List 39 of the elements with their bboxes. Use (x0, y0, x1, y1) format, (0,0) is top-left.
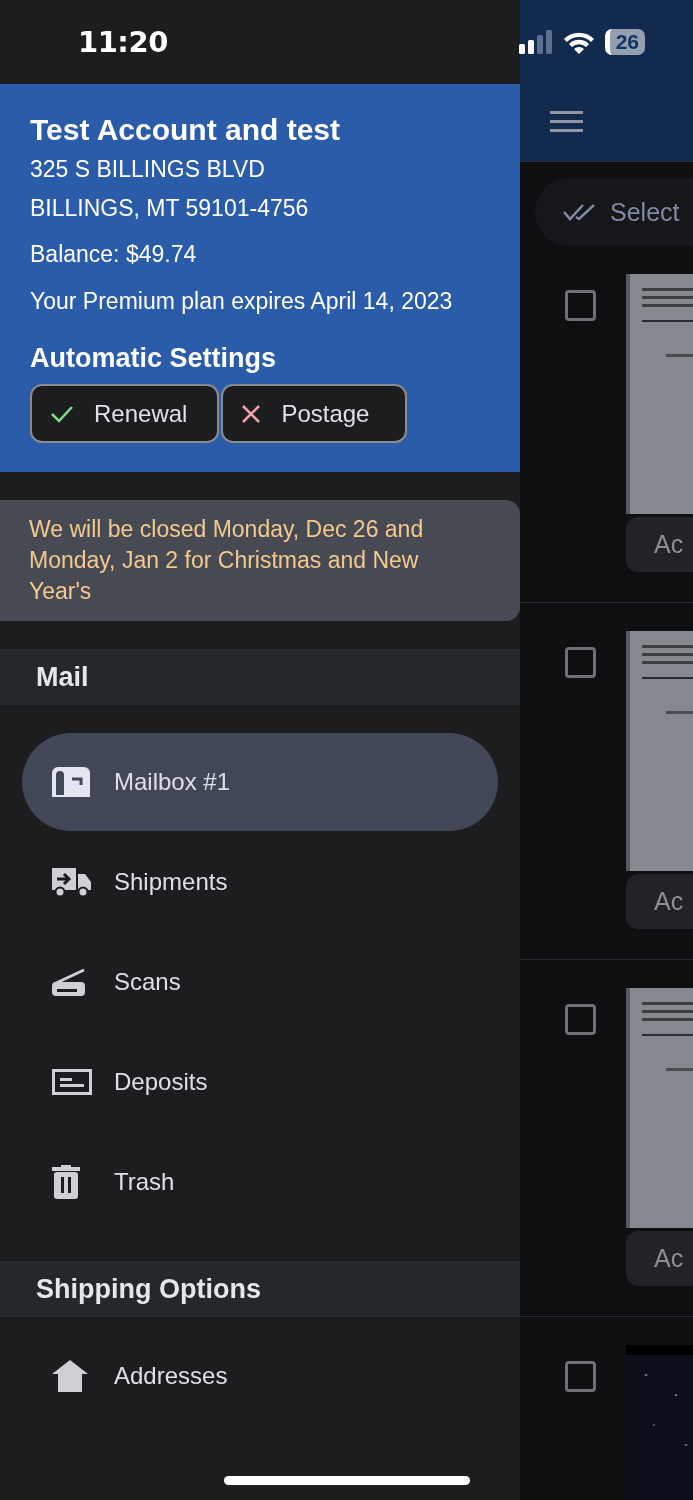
balance-text: Balance: $49.74 (30, 240, 198, 269)
nav-item[interactable]: Deposits (22, 1033, 498, 1131)
checkbox[interactable] (565, 290, 596, 321)
nav-item[interactable]: Shipments (22, 833, 498, 931)
nav-item[interactable]: Trash (22, 1133, 498, 1231)
check-icon (50, 404, 74, 423)
scanner-icon (52, 968, 86, 996)
battery-indicator: 26 (604, 29, 645, 55)
truck-icon (52, 866, 92, 898)
checkbox[interactable] (565, 647, 596, 678)
nav-item[interactable]: Addresses (22, 1327, 498, 1425)
account-name: Test Account and test (30, 112, 342, 148)
setting-toggle[interactable]: Renewal (30, 384, 220, 443)
mailbox-icon (52, 767, 90, 797)
select-all-button[interactable]: Select (535, 178, 693, 246)
nav-item[interactable]: Mailbox #1 (22, 733, 498, 831)
checkbox[interactable] (565, 1004, 596, 1035)
action-button[interactable]: Ac (626, 874, 693, 929)
section-title: Automatic Settings (30, 342, 278, 375)
action-button[interactable]: Ac (626, 1231, 693, 1286)
checkbox[interactable] (565, 1361, 596, 1392)
nav-item[interactable]: Scans (22, 933, 498, 1031)
status-time: 11:20 (78, 25, 168, 59)
section-header: Mail (0, 649, 520, 705)
setting-toggle[interactable]: Postage (221, 384, 408, 443)
closure-notice: We will be closed Monday, Dec 26 and Monday, Jan 2 for Christmas and New Year's (0, 500, 520, 621)
wifi-icon (562, 30, 595, 54)
action-button[interactable]: Ac (626, 517, 693, 572)
address-line: 325 S BILLINGS BLVD (30, 155, 266, 184)
close-icon (241, 403, 262, 424)
double-check-icon (563, 203, 596, 221)
check-icon (52, 1069, 92, 1095)
home-icon (52, 1360, 88, 1392)
plan-expiry-text: Your Premium plan expires April 14, 2023 (30, 287, 454, 316)
menu-icon[interactable] (550, 111, 583, 133)
trash-icon (52, 1165, 80, 1199)
section-header: Shipping Options (0, 1261, 520, 1317)
address-line: BILLINGS, MT 59101-4756 (30, 194, 310, 223)
signal-icon (518, 30, 553, 54)
